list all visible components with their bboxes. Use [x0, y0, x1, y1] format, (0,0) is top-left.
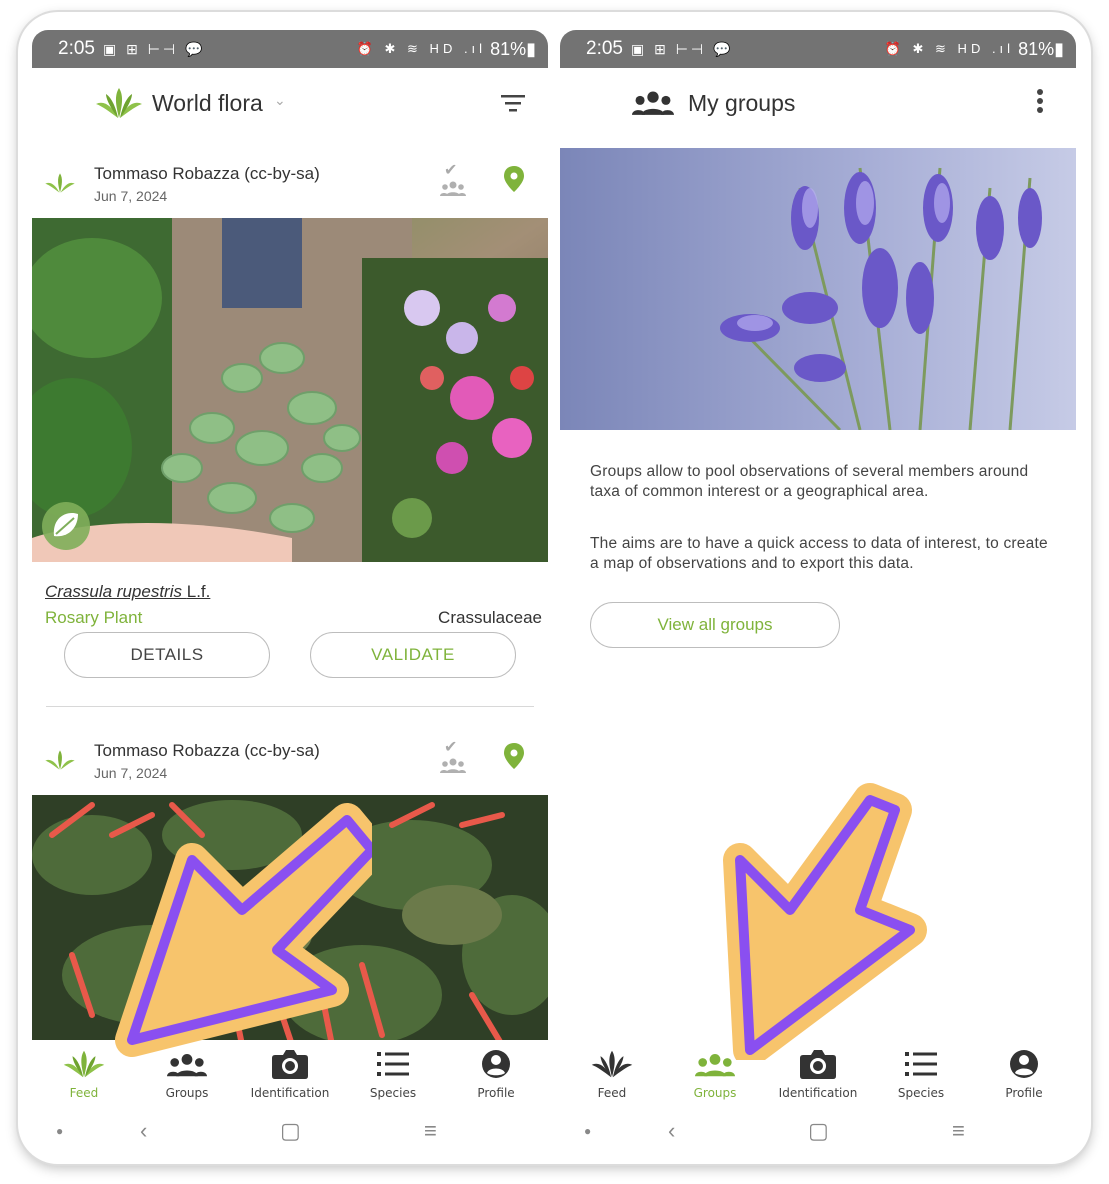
observation-date: Jun 7, 2024 — [94, 188, 168, 204]
nav-label: Groups — [165, 1086, 209, 1100]
leaf-logo-icon — [94, 86, 144, 125]
status-time: 2:05 — [586, 38, 623, 59]
nav-label: Feed — [597, 1086, 627, 1100]
back-icon[interactable]: ‹ — [668, 1118, 675, 1144]
nav-profile[interactable]: Profile — [974, 1044, 1074, 1100]
app-title[interactable]: World flora — [152, 90, 263, 117]
system-navigation: ● ‹ ▢ ≡ — [32, 1114, 548, 1154]
account-icon — [446, 1044, 546, 1084]
check-icon: ✔ — [444, 739, 458, 756]
location-pin-icon[interactable] — [504, 166, 524, 197]
groups-app-bar: My groups — [560, 68, 1076, 148]
check-icon: ✔ — [444, 162, 458, 179]
observation-author: Tommaso Robazza (cc-by-sa) — [94, 164, 320, 183]
account-icon — [974, 1044, 1074, 1084]
recents-icon[interactable]: ≡ — [952, 1118, 965, 1144]
view-all-groups-button[interactable]: View all groups — [590, 602, 840, 648]
nav-label: Profile — [477, 1086, 515, 1100]
details-button[interactable]: DETAILS — [64, 632, 270, 678]
home-icon[interactable]: ▢ — [808, 1118, 829, 1144]
battery-level: 81%▮ — [490, 38, 536, 59]
location-pin-icon[interactable] — [504, 743, 524, 774]
observation-date: Jun 7, 2024 — [94, 765, 168, 781]
species-common-name: Rosary Plant — [45, 608, 143, 627]
leaf-logo-icon — [44, 172, 76, 199]
species-authority: L.f. — [186, 582, 211, 601]
feed-screen: 2:05 ▣ ⊞ ⊢⊣ 💬 ⏰ ✱ ≋ HD .ıl 81%▮ World fl… — [32, 30, 548, 1155]
feed-icon — [562, 1044, 662, 1084]
validate-button[interactable]: VALIDATE — [310, 632, 516, 678]
device-frame: 2:05 ▣ ⊞ ⊢⊣ 💬 ⏰ ✱ ≋ HD .ıl 81%▮ World fl… — [18, 12, 1091, 1164]
nav-label: Species — [369, 1086, 417, 1100]
species-scientific-name[interactable]: Crassula rupestris L.f. — [45, 582, 210, 602]
nav-label: Identification — [778, 1086, 858, 1100]
back-icon[interactable]: ‹ — [140, 1118, 147, 1144]
species-family: Crassulaceae — [438, 608, 542, 627]
status-bar: 2:05 ▣ ⊞ ⊢⊣ 💬 ⏰ ✱ ≋ HD .ıl 81%▮ — [32, 30, 548, 68]
nav-label: Profile — [1005, 1086, 1043, 1100]
leaf-badge-icon — [42, 502, 90, 550]
filter-icon[interactable] — [500, 92, 526, 119]
battery-level: 81%▮ — [1018, 38, 1064, 59]
recents-icon[interactable]: ≡ — [424, 1118, 437, 1144]
observation-author: Tommaso Robazza (cc-by-sa) — [94, 741, 320, 760]
group-icon — [632, 88, 674, 121]
leaf-logo-icon — [44, 749, 76, 776]
status-right-icons: ⏰ ✱ ≋ HD .ıl — [884, 41, 1015, 56]
observation-header[interactable]: Tommaso Robazza (cc-by-sa) Jun 7, 2024 ✔ — [32, 158, 548, 218]
observation-header[interactable]: Tommaso Robazza (cc-by-sa) Jun 7, 2024 ✔ — [32, 735, 548, 795]
status-left-icons: ▣ ⊞ ⊢⊣ 💬 — [102, 40, 206, 57]
status-left-icons: ▣ ⊞ ⊢⊣ 💬 — [630, 40, 734, 57]
status-right-icons: ⏰ ✱ ≋ HD .ıl — [356, 41, 487, 56]
groups-description: Groups allow to pool observations of sev… — [590, 463, 1029, 500]
feed-app-bar: World flora ⌄ — [32, 68, 548, 138]
observation-photo[interactable] — [32, 218, 548, 562]
arrow-annotation — [115, 803, 372, 1057]
group-icon — [440, 757, 466, 778]
more-vert-icon[interactable] — [1036, 88, 1044, 119]
scientific-name: Crassula rupestris — [45, 582, 182, 601]
system-navigation: ● ‹ ▢ ≡ — [560, 1114, 1076, 1154]
nav-label: Species — [897, 1086, 945, 1100]
nav-label: Identification — [250, 1086, 330, 1100]
groups-title: My groups — [688, 90, 796, 116]
nav-profile[interactable]: Profile — [446, 1044, 546, 1100]
nav-feed[interactable]: Feed — [562, 1044, 662, 1100]
status-bar: 2:05 ▣ ⊞ ⊢⊣ 💬 ⏰ ✱ ≋ HD .ıl 81%▮ — [560, 30, 1076, 68]
dot-icon: ● — [56, 1124, 64, 1138]
nav-label: Groups — [693, 1086, 737, 1100]
chevron-down-icon[interactable]: ⌄ — [274, 92, 286, 109]
dot-icon: ● — [584, 1124, 592, 1138]
status-time: 2:05 — [58, 38, 95, 59]
groups-aims: The aims are to have a quick access to d… — [590, 535, 1048, 572]
divider — [46, 706, 534, 707]
groups-screen: 2:05 ▣ ⊞ ⊢⊣ 💬 ⏰ ✱ ≋ HD .ıl 81%▮ My group… — [560, 30, 1076, 1155]
home-icon[interactable]: ▢ — [280, 1118, 301, 1144]
nav-label: Feed — [69, 1086, 99, 1100]
group-icon — [440, 180, 466, 201]
groups-banner-image — [560, 148, 1076, 430]
arrow-annotation — [723, 783, 927, 1060]
